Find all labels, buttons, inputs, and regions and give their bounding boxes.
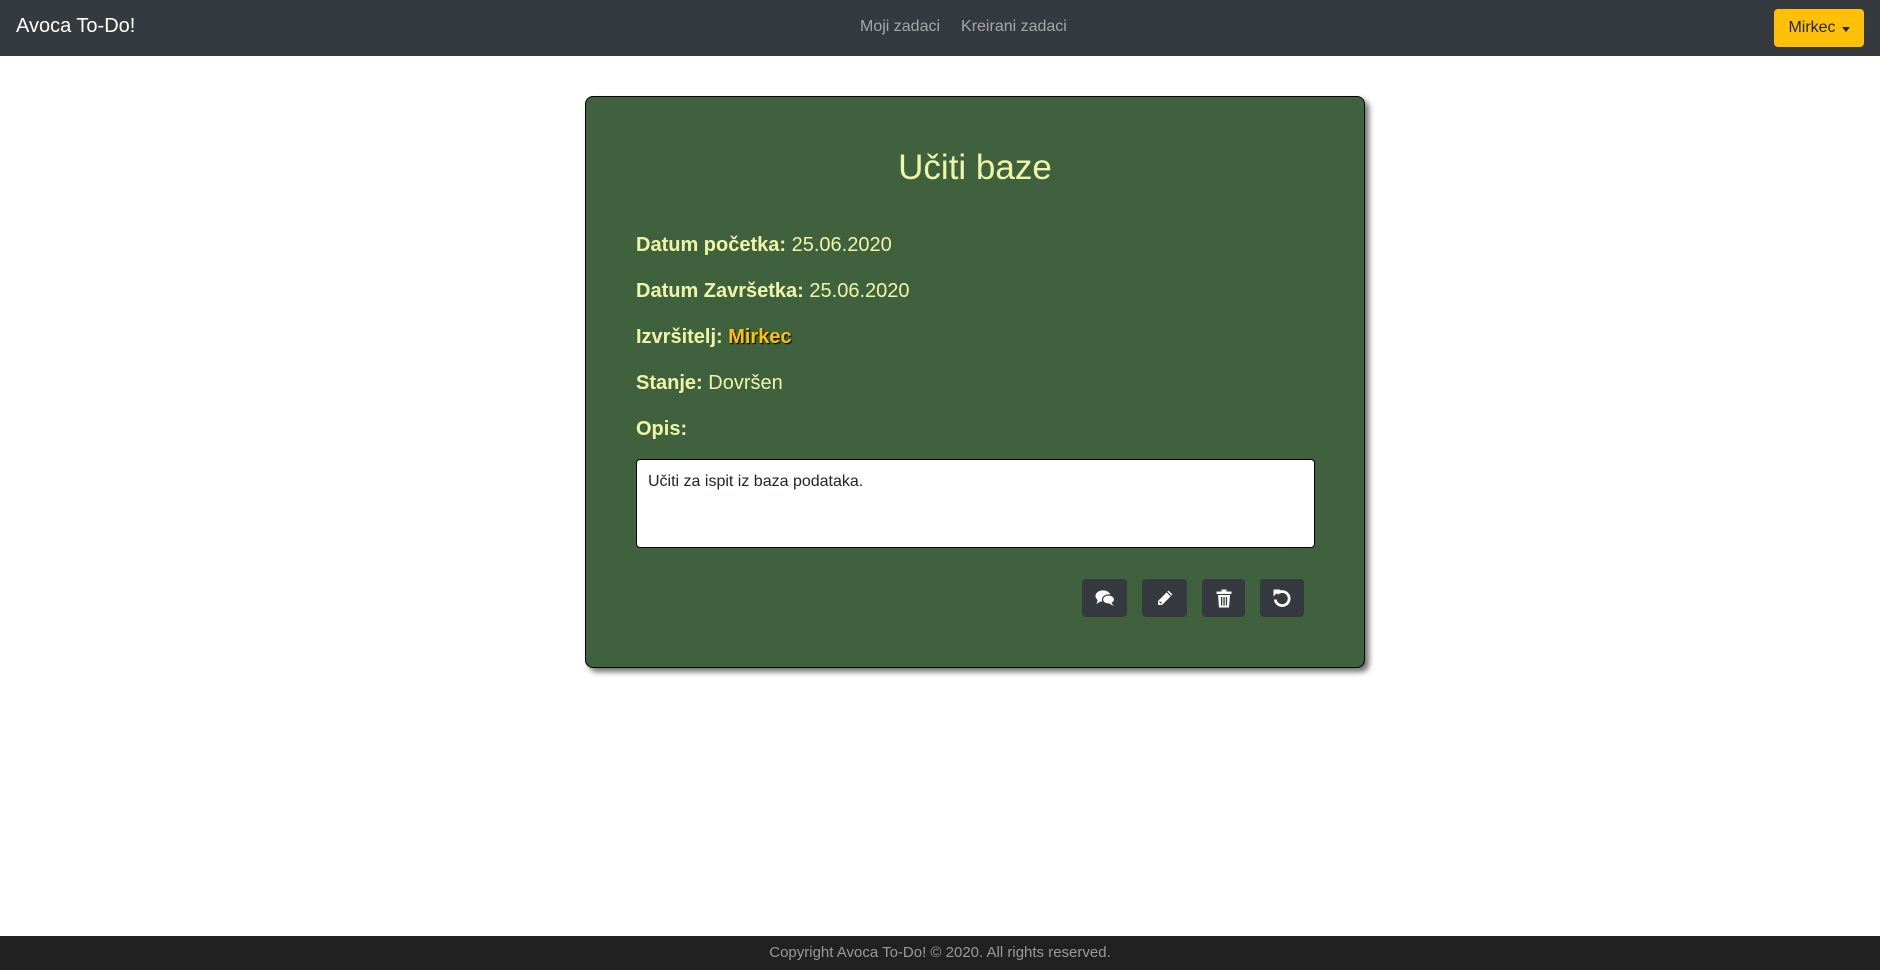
end-date-label: Datum Završetka: [636,280,804,302]
undo-button[interactable] [1260,579,1304,617]
footer: Copyright Avoca To-Do! © 2020. All right… [0,936,1880,970]
nav-link-created-tasks[interactable]: Kreirani zadaci [961,18,1067,36]
task-title: Učiti baze [898,148,1052,187]
user-dropdown-button[interactable]: Mirkec [1774,9,1864,47]
start-date-label: Datum početka: [636,234,787,256]
start-date-value: 25.06.2020 [791,234,892,256]
assignee-value: Mirkec [728,326,792,348]
pencil-icon [1157,590,1172,605]
assignee-field: Izvršitelj: Mirkec [636,326,792,349]
brand-link[interactable]: Avoca To-Do! [16,15,135,38]
description-box[interactable]: Učiti za ispit iz baza podataka. [636,459,1315,548]
description-field: Opis: [636,418,687,441]
assignee-label: Izvršitelj: [636,326,723,348]
user-dropdown-label: Mirkec [1788,19,1836,36]
description-label: Opis: [636,418,688,440]
task-card: Učiti baze Datum početka: 25.06.2020 Dat… [585,96,1365,668]
start-date-field: Datum početka: 25.06.2020 [636,234,892,257]
edit-button[interactable] [1142,579,1187,617]
trash-icon [1216,589,1231,607]
task-actions [1082,579,1304,617]
chevron-down-icon [1841,26,1850,32]
nav-links: Moji zadaci Kreirani zadaci [860,18,1067,36]
top-navbar: Avoca To-Do! Moji zadaci Kreirani zadaci… [0,0,1880,56]
end-date-field: Datum Završetka: 25.06.2020 [636,280,910,303]
nav-link-my-tasks[interactable]: Moji zadaci [860,18,940,36]
undo-icon [1273,589,1291,607]
status-field: Stanje: Dovršen [636,372,783,395]
delete-button[interactable] [1202,579,1245,617]
status-label: Stanje: [636,372,703,394]
end-date-value: 25.06.2020 [809,280,910,302]
comments-icon [1095,590,1115,606]
comments-button[interactable] [1082,579,1127,617]
status-value: Dovršen [708,372,783,394]
